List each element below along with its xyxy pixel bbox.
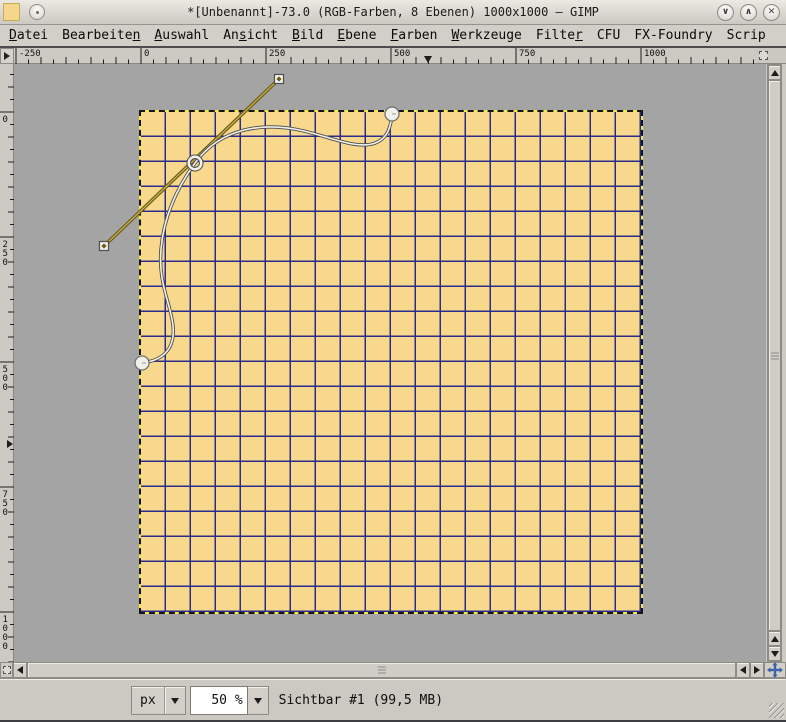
svg-text:500: 500	[394, 49, 410, 59]
arrow-left-icon	[740, 666, 746, 674]
svg-text:-250: -250	[19, 49, 41, 59]
pan-cross-icon	[767, 662, 783, 678]
menu-scrip[interactable]: Scrip	[720, 26, 773, 45]
image-menu-button[interactable]	[0, 48, 14, 64]
image-canvas[interactable]	[139, 110, 643, 614]
quick-mask-icon	[2, 666, 11, 674]
svg-text:250: 250	[269, 49, 285, 59]
ruler-row: -250 0 250 500 750 1000	[0, 48, 786, 64]
quick-mask-toggle[interactable]	[0, 662, 13, 678]
zoom-dropdown-button[interactable]	[247, 686, 269, 715]
chevron-down-icon	[253, 697, 262, 704]
svg-text:0: 0	[3, 258, 8, 268]
menu-bild[interactable]: Bild	[285, 26, 330, 45]
horizontal-scrollbar-row	[0, 662, 786, 678]
scroll-up-button[interactable]	[768, 65, 781, 80]
arrow-up-icon	[770, 69, 779, 76]
shade-button[interactable]: ∨	[717, 3, 734, 21]
ruler-vertical[interactable]: 02505007501000	[0, 64, 14, 663]
svg-text:1000: 1000	[644, 49, 666, 59]
scroll-left-button[interactable]	[13, 662, 27, 678]
menu-ansicht[interactable]: Ansicht	[216, 26, 285, 45]
svg-text:750: 750	[519, 49, 535, 59]
svg-text:0: 0	[3, 642, 8, 652]
arrow-right-icon	[4, 52, 10, 60]
path-handle-square	[98, 240, 110, 252]
chevron-down-icon	[170, 697, 179, 704]
menu-ebene[interactable]: Ebene	[330, 26, 383, 45]
dashed-selection-icon	[759, 51, 768, 60]
thumb-grip	[377, 666, 386, 674]
ruler-position-marker	[424, 56, 432, 63]
selection-ants-yellow	[139, 110, 643, 614]
menu-fxfoundry[interactable]: FX-Foundry	[627, 26, 719, 45]
scroll-up-button-secondary[interactable]	[768, 631, 781, 646]
svg-text:0: 0	[3, 508, 8, 518]
scroll-left-button-secondary[interactable]	[736, 662, 750, 678]
scroll-right-button[interactable]	[750, 662, 764, 678]
vertical-scroll-thumb[interactable]	[768, 80, 781, 631]
vertical-scrollbar[interactable]	[767, 64, 782, 662]
gimp-window: *[Unbenannt]-73.0 (RGB-Farben, 8 Ebenen)…	[0, 0, 786, 722]
window-resize-grip[interactable]	[769, 703, 784, 718]
ruler-horizontal[interactable]: -250 0 250 500 750 1000	[14, 48, 756, 64]
main-area: 02505007501000	[0, 64, 786, 663]
navigation-pan-button[interactable]	[764, 662, 786, 678]
status-message: Sichtbar #1 (99,5 MB)	[278, 693, 444, 708]
menu-cfu[interactable]: CFU	[590, 26, 627, 45]
unit-dropdown-button[interactable]	[165, 687, 185, 714]
path-handle-square	[273, 73, 285, 85]
arrow-right-icon	[754, 666, 760, 674]
titlebar[interactable]: *[Unbenannt]-73.0 (RGB-Farben, 8 Ebenen)…	[0, 0, 786, 25]
horizontal-scroll-thumb[interactable]	[27, 662, 736, 678]
zoom-follow-window-toggle[interactable]	[756, 48, 786, 64]
zoom-input[interactable]: 50 %	[189, 686, 248, 715]
menu-auswahl[interactable]: Auswahl	[147, 26, 216, 45]
ruler-position-marker	[7, 440, 13, 448]
maximize-button[interactable]: ∧	[740, 3, 757, 21]
window-title: *[Unbenannt]-73.0 (RGB-Farben, 8 Ebenen)…	[187, 5, 599, 19]
arrow-left-icon	[17, 666, 23, 674]
close-button[interactable]: ✕	[763, 3, 780, 21]
statusbar: px 50 % Sichtbar #1 (99,5 MB)	[0, 678, 786, 722]
menu-datei[interactable]: Datei	[2, 26, 55, 45]
scroll-down-button[interactable]	[768, 646, 781, 661]
menu-bearbeiten[interactable]: Bearbeiten	[55, 26, 147, 45]
menubar: Datei Bearbeiten Auswahl Ansicht Bild Ebene Fa…	[0, 25, 786, 48]
arrow-down-icon	[770, 650, 779, 657]
svg-text:0: 0	[3, 383, 8, 393]
menu-filter[interactable]: Filter	[529, 26, 590, 45]
svg-text:0: 0	[3, 115, 8, 125]
unit-value: px	[140, 693, 156, 708]
menu-werkzeuge[interactable]: Werkzeuge	[444, 26, 528, 45]
svg-text:0: 0	[144, 49, 149, 59]
thumb-grip	[770, 352, 779, 359]
canvas-viewport[interactable]	[14, 64, 766, 662]
selection-marching-ants	[139, 110, 643, 614]
unit-select[interactable]: px	[131, 686, 186, 715]
arrow-up-icon	[770, 635, 779, 642]
menu-farben[interactable]: Farben	[383, 26, 444, 45]
zoom-control: 50 %	[189, 686, 269, 715]
zoom-value: 50 %	[211, 693, 243, 708]
